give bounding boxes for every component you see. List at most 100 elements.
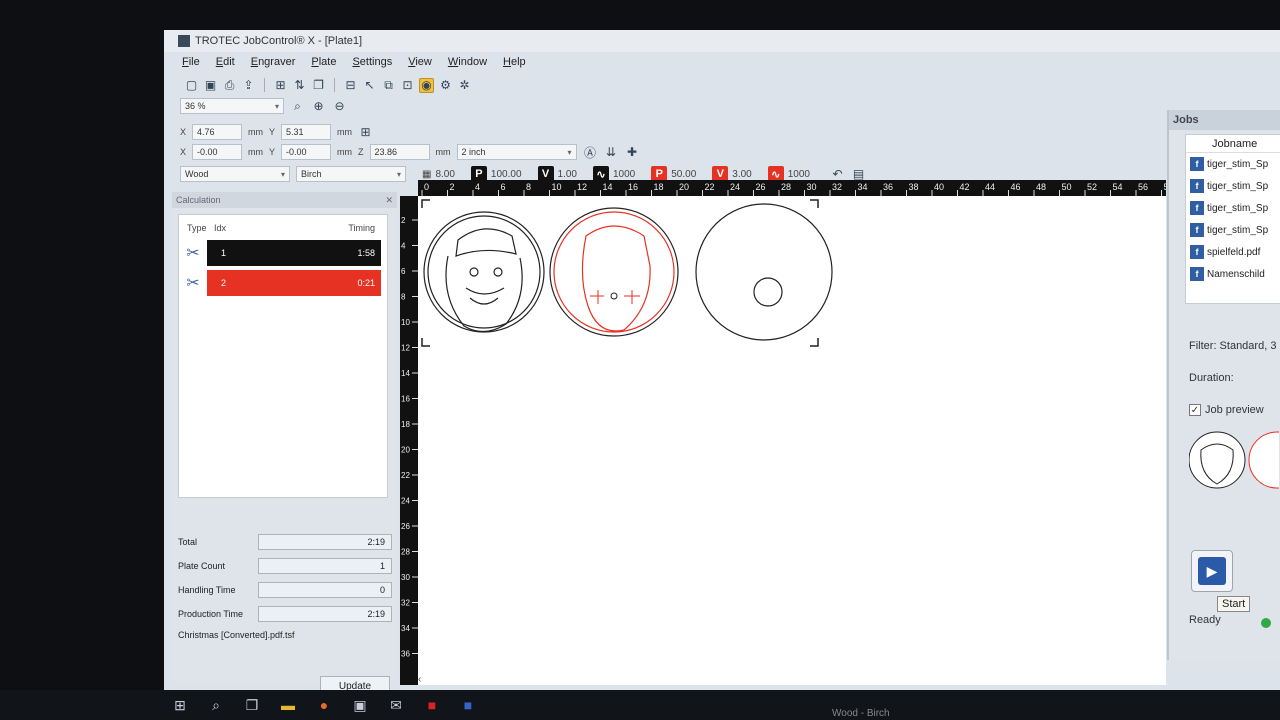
group-icon[interactable]: ⧉: [381, 78, 396, 93]
job-item[interactable]: f tiger_stim_Sp: [1186, 175, 1280, 197]
ruler-top: 0 2 4 6 8 10 12 14 16 18 20 22 24 26 28 30 32 34 36 38 40 42 4…: [418, 180, 1166, 196]
job-item[interactable]: f tiger_stim_Sp: [1186, 197, 1280, 219]
plate-workspace: 0 2 4 6 8 10 12 14 16 18 20 22 24 26 28 30 32 34 36 38 40 42 4…: [400, 180, 1166, 685]
ruler-tick-label: 58: [1164, 182, 1167, 192]
plate-canvas[interactable]: ‹: [418, 196, 1166, 685]
gear-icon[interactable]: ⚙: [438, 78, 453, 93]
arrange-icon[interactable]: ⇅: [292, 78, 307, 93]
task-view-icon[interactable]: ❐: [244, 697, 260, 713]
scissors-icon: ✂: [186, 245, 200, 262]
mail-icon[interactable]: ✉: [388, 697, 404, 713]
zoom-select[interactable]: 36 %: [180, 98, 284, 114]
z-position-input[interactable]: 23.86: [369, 144, 430, 160]
job-name: tiger_stim_Sp: [1207, 202, 1269, 214]
menu-edit[interactable]: Edit: [216, 56, 235, 68]
align-icon[interactable]: ⊟: [343, 78, 358, 93]
copy-icon[interactable]: ❐: [311, 78, 326, 93]
camera-eye-icon[interactable]: ◉: [419, 77, 434, 93]
ruler-tick-label: 52: [1087, 182, 1097, 192]
menu-view[interactable]: View: [408, 56, 432, 68]
svg-text:‹: ‹: [418, 674, 421, 685]
x-position-input[interactable]: 4.76: [192, 124, 243, 140]
ruler-tick-label: 14: [401, 369, 410, 378]
job-item[interactable]: f tiger_stim_Sp: [1186, 219, 1280, 241]
y-position-input[interactable]: 5.31: [281, 124, 332, 140]
close-icon[interactable]: ✕: [385, 195, 393, 206]
job-preview-checkbox[interactable]: ✓: [1189, 404, 1201, 417]
frequency-value: 1000: [612, 168, 636, 180]
cut-santa-outline[interactable]: [549, 207, 679, 337]
offset-x-input[interactable]: -0.00: [192, 144, 243, 160]
zoom-fit-icon[interactable]: ⌕: [290, 99, 305, 114]
plate-count-input[interactable]: 1: [258, 558, 392, 574]
offset-y-input[interactable]: -0.00: [281, 144, 332, 160]
zoom-row: 36 % ⌕ ⊕ ⊖: [180, 98, 347, 114]
duration-label: Duration:: [1189, 372, 1234, 384]
grid-icon[interactable]: ⊞: [273, 78, 288, 93]
offset-y-unit: mm: [337, 147, 353, 157]
focus-down-icon[interactable]: ⇊: [604, 145, 619, 160]
menu-settings[interactable]: Settings: [352, 56, 392, 68]
ruler-tick-label: 34: [858, 182, 868, 192]
ruler-tick-label: 4: [475, 182, 480, 192]
anchor-point-icon[interactable]: ⊞: [358, 125, 373, 140]
ruler-tick-label: 10: [552, 182, 562, 192]
update-button[interactable]: Update: [320, 676, 390, 690]
ruler-tick-label: 30: [807, 182, 817, 192]
windows-start-icon[interactable]: ⊞: [172, 697, 188, 713]
ungroup-icon[interactable]: ⊡: [400, 78, 415, 93]
job-preview-toggle[interactable]: ✓ Job preview: [1189, 404, 1264, 417]
menu-window[interactable]: Window: [448, 56, 487, 68]
search-icon[interactable]: ⌕: [208, 697, 224, 713]
calculation-list: Type Idx Timing ✂ 1 1:58 ✂ 2 0:21: [178, 214, 388, 498]
cursor-icon[interactable]: ↖: [362, 78, 377, 93]
menu-help[interactable]: Help: [503, 56, 526, 68]
scroll-left-icon[interactable]: ‹: [418, 674, 421, 685]
job-item[interactable]: f Namenschild: [1186, 263, 1280, 285]
position-row: X 4.76 mm Y 5.31 mm ⊞: [180, 124, 373, 140]
taskbar: ⊞ ⌕ ❐ ▬ ● ▣ ✉ ■ ■ Wood - Birch: [0, 690, 1280, 720]
firefox-icon[interactable]: ●: [316, 697, 332, 713]
menu-engraver[interactable]: Engraver: [251, 56, 296, 68]
menu-file[interactable]: File: [182, 56, 200, 68]
store-icon[interactable]: ▣: [352, 697, 368, 713]
resolution-param[interactable]: ▦ 8.00: [422, 169, 455, 180]
file-explorer-icon[interactable]: ▬: [280, 697, 296, 713]
job-item[interactable]: f tiger_stim_Sp: [1186, 153, 1280, 175]
x-label: X: [180, 127, 187, 137]
xyz-move-icon[interactable]: ✚: [625, 145, 640, 160]
job-preview-label: Job preview: [1205, 404, 1264, 416]
lens-select[interactable]: 2 inch: [456, 144, 577, 160]
save-icon[interactable]: ▣: [203, 78, 218, 93]
material-type-select[interactable]: Birch: [296, 166, 406, 182]
app-window: TROTEC JobControl® X - [Plate1] File Edi…: [164, 30, 1280, 690]
jobs-list: Jobname f tiger_stim_Sp f tiger_stim_Sp ft…: [1185, 134, 1280, 304]
red-app-icon[interactable]: ■: [424, 697, 440, 713]
menu-plate[interactable]: Plate: [311, 56, 336, 68]
calculation-row[interactable]: ✂ 2 0:21: [179, 269, 387, 297]
ruler-tick-label: 20: [401, 446, 410, 455]
new-file-icon[interactable]: ▢: [184, 78, 199, 93]
material-category-select[interactable]: Wood: [180, 166, 290, 182]
ruler-tick-label: 56: [1138, 182, 1148, 192]
export-icon[interactable]: ⇪: [241, 78, 256, 93]
ruler-tick-label: 32: [401, 599, 410, 608]
ruler-tick-label: 32: [832, 182, 842, 192]
print-icon[interactable]: ⎙: [222, 78, 237, 93]
handling-time-input[interactable]: 0: [258, 582, 392, 598]
ruler-tick-label: 4: [401, 242, 406, 251]
santa-engraving[interactable]: [423, 211, 545, 333]
autofocus-icon[interactable]: Ⓐ: [583, 145, 598, 160]
ruler-tick-label: 22: [401, 471, 410, 480]
ruler-tick-label: 22: [705, 182, 715, 192]
zoom-in-icon[interactable]: ⊕: [311, 99, 326, 114]
start-button[interactable]: ▶: [1191, 550, 1233, 592]
blank-disc[interactable]: [695, 203, 833, 341]
jobname-column-header[interactable]: Jobname: [1186, 135, 1280, 153]
job-item[interactable]: f spielfeld.pdf: [1186, 241, 1280, 263]
job-file-icon: f: [1190, 201, 1204, 215]
wand-icon[interactable]: ✲: [457, 78, 472, 93]
blue-app-icon[interactable]: ■: [460, 697, 476, 713]
calculation-row[interactable]: ✂ 1 1:58: [179, 239, 387, 267]
zoom-out-icon[interactable]: ⊖: [332, 99, 347, 114]
